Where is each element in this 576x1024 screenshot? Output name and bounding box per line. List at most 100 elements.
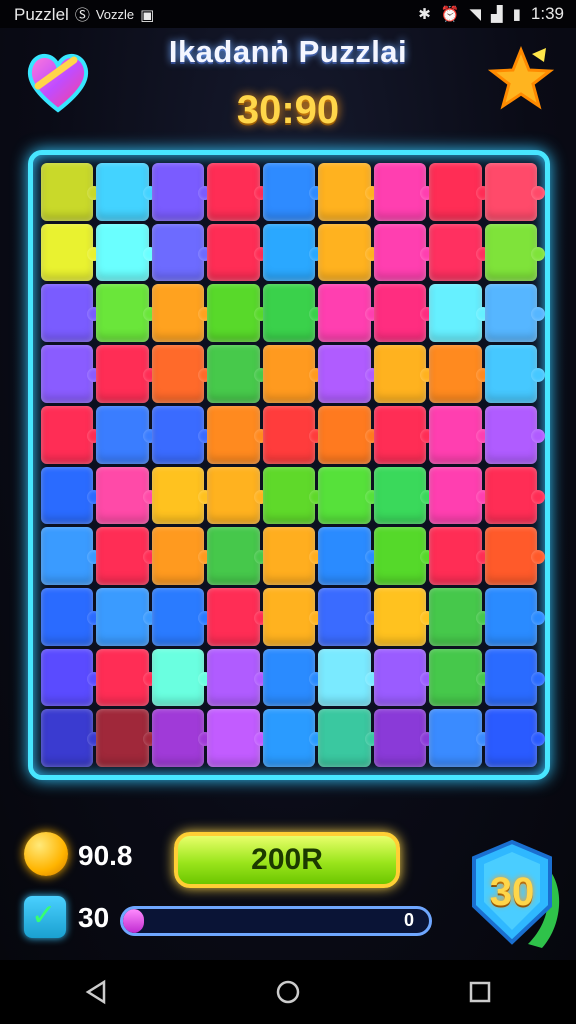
shield-level-icon[interactable]: 30: [458, 836, 566, 954]
puzzle-piece[interactable]: [373, 587, 435, 646]
puzzle-piece[interactable]: [151, 163, 213, 221]
puzzle-piece[interactable]: [151, 527, 213, 585]
puzzle-piece[interactable]: [429, 405, 491, 464]
puzzle-piece[interactable]: [373, 345, 435, 403]
puzzle-piece[interactable]: [207, 527, 269, 585]
puzzle-piece[interactable]: [318, 163, 380, 221]
puzzle-piece[interactable]: [96, 527, 158, 585]
puzzle-piece[interactable]: [484, 527, 545, 585]
progress-end-label: 0: [404, 910, 415, 930]
puzzle-piece[interactable]: [207, 648, 269, 707]
puzzle-piece[interactable]: [484, 163, 545, 221]
puzzle-piece[interactable]: [429, 587, 491, 646]
puzzle-piece[interactable]: [373, 223, 435, 282]
recents-icon[interactable]: [450, 962, 510, 1022]
puzzle-piece[interactable]: [318, 405, 380, 464]
puzzle-piece[interactable]: [429, 163, 491, 221]
home-icon[interactable]: [258, 962, 318, 1022]
puzzle-piece[interactable]: [151, 405, 213, 464]
back-icon[interactable]: [66, 962, 126, 1022]
puzzle-piece[interactable]: [262, 223, 324, 282]
puzzle-piece[interactable]: [151, 709, 213, 767]
puzzle-piece[interactable]: [262, 466, 324, 525]
puzzle-piece[interactable]: [373, 709, 435, 767]
puzzle-piece[interactable]: [96, 284, 158, 343]
puzzle-grid[interactable]: [41, 163, 545, 767]
puzzle-piece[interactable]: [429, 466, 491, 525]
puzzle-piece[interactable]: [484, 648, 545, 707]
puzzle-piece[interactable]: [96, 163, 158, 221]
puzzle-piece[interactable]: [41, 527, 102, 585]
puzzle-piece[interactable]: [373, 466, 435, 525]
puzzle-piece[interactable]: [262, 527, 324, 585]
puzzle-piece[interactable]: [262, 709, 324, 767]
puzzle-piece[interactable]: [207, 466, 269, 525]
puzzle-piece[interactable]: [207, 405, 269, 464]
puzzle-piece[interactable]: [318, 648, 380, 707]
puzzle-piece[interactable]: [484, 284, 545, 343]
puzzle-piece[interactable]: [429, 527, 491, 585]
puzzle-piece[interactable]: [151, 345, 213, 403]
puzzle-piece[interactable]: [41, 284, 102, 343]
puzzle-piece[interactable]: [373, 405, 435, 464]
star-icon[interactable]: [487, 45, 555, 112]
puzzle-piece[interactable]: [373, 527, 435, 585]
puzzle-piece[interactable]: [262, 284, 324, 343]
puzzle-piece[interactable]: [41, 587, 102, 646]
progress-bar: [120, 906, 432, 936]
puzzle-piece[interactable]: [262, 163, 324, 221]
puzzle-piece[interactable]: [41, 405, 102, 464]
puzzle-piece[interactable]: [151, 466, 213, 525]
puzzle-piece[interactable]: [41, 163, 102, 221]
puzzle-piece[interactable]: [41, 709, 102, 767]
puzzle-piece[interactable]: [429, 345, 491, 403]
puzzle-piece[interactable]: [318, 709, 380, 767]
puzzle-board[interactable]: [28, 150, 550, 780]
puzzle-piece[interactable]: [373, 648, 435, 707]
puzzle-piece[interactable]: [429, 223, 491, 282]
puzzle-piece[interactable]: [207, 163, 269, 221]
puzzle-piece[interactable]: [207, 709, 269, 767]
puzzle-piece[interactable]: [484, 223, 545, 282]
puzzle-piece[interactable]: [262, 405, 324, 464]
puzzle-piece[interactable]: [373, 284, 435, 343]
puzzle-piece[interactable]: [151, 223, 213, 282]
puzzle-piece[interactable]: [318, 587, 380, 646]
puzzle-piece[interactable]: [207, 223, 269, 282]
puzzle-piece[interactable]: [96, 345, 158, 403]
puzzle-piece[interactable]: [207, 345, 269, 403]
puzzle-piece[interactable]: [262, 648, 324, 707]
puzzle-piece[interactable]: [96, 587, 158, 646]
puzzle-piece[interactable]: [96, 405, 158, 464]
puzzle-piece[interactable]: [41, 648, 102, 707]
puzzle-piece[interactable]: [262, 587, 324, 646]
puzzle-piece[interactable]: [96, 223, 158, 282]
puzzle-piece[interactable]: [262, 345, 324, 403]
puzzle-piece[interactable]: [41, 223, 102, 282]
puzzle-piece[interactable]: [429, 709, 491, 767]
puzzle-piece[interactable]: [41, 466, 102, 525]
puzzle-piece[interactable]: [151, 648, 213, 707]
puzzle-piece[interactable]: [318, 466, 380, 525]
puzzle-piece[interactable]: [484, 405, 545, 464]
puzzle-piece[interactable]: [484, 587, 545, 646]
puzzle-piece[interactable]: [151, 284, 213, 343]
puzzle-piece[interactable]: [318, 345, 380, 403]
puzzle-piece[interactable]: [318, 527, 380, 585]
puzzle-piece[interactable]: [429, 648, 491, 707]
puzzle-piece[interactable]: [373, 163, 435, 221]
puzzle-piece[interactable]: [484, 345, 545, 403]
puzzle-piece[interactable]: [96, 648, 158, 707]
puzzle-piece[interactable]: [429, 284, 491, 343]
puzzle-piece[interactable]: [484, 709, 545, 767]
puzzle-piece[interactable]: [96, 709, 158, 767]
play-button[interactable]: 200R: [174, 832, 400, 888]
puzzle-piece[interactable]: [318, 223, 380, 282]
puzzle-piece[interactable]: [484, 466, 545, 525]
puzzle-piece[interactable]: [207, 284, 269, 343]
puzzle-piece[interactable]: [96, 466, 158, 525]
puzzle-piece[interactable]: [151, 587, 213, 646]
puzzle-piece[interactable]: [318, 284, 380, 343]
puzzle-piece[interactable]: [41, 345, 102, 403]
puzzle-piece[interactable]: [207, 587, 269, 646]
